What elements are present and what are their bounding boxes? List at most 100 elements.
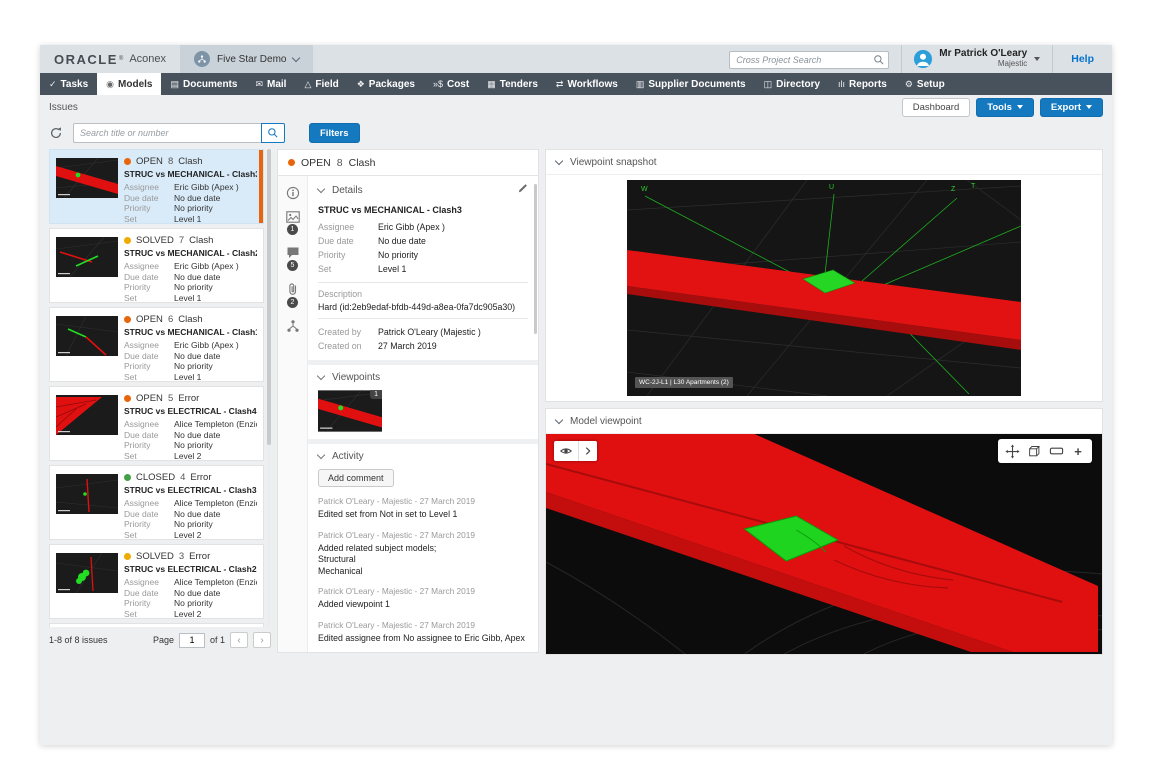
details-section-title: Details	[332, 184, 363, 196]
tab-reports[interactable]: ılı Reports	[829, 73, 896, 95]
detail-description: Hard (id:2eb9edaf-bfdb-449d-a8ea-0fa7dc9…	[318, 302, 516, 312]
tab-directory[interactable]: ◫ Directory	[755, 73, 829, 95]
tab-documents[interactable]: ▤ Documents	[161, 73, 246, 95]
tab-packages[interactable]: ❖ Packages	[348, 73, 424, 95]
details-section: Details STRUC vs MECHANICAL - Clash3 Ass…	[308, 176, 538, 360]
issue-list-item[interactable]: SOLVED 7 Clash STRUC vs MECHANICAL - Clash…	[49, 228, 264, 303]
pan-button[interactable]	[1001, 443, 1023, 459]
collapse-chevron-icon[interactable]	[554, 156, 564, 165]
activity-text: Added related subject models; Structural…	[318, 542, 437, 576]
tab-field[interactable]: △ Field	[295, 73, 347, 95]
tab-tasks[interactable]: ✓ Tasks	[40, 73, 97, 95]
issue-thumbnail	[56, 158, 118, 198]
reports-icon: ılı	[838, 79, 846, 89]
page-label: Page	[152, 635, 174, 645]
model-3d-viewer[interactable]: +	[546, 434, 1102, 654]
tab-mail[interactable]: ✉ Mail	[246, 73, 295, 95]
issue-type: Error	[190, 472, 212, 483]
brand-logo: ORACLE ® Aconex	[40, 45, 180, 73]
supplier-documents-icon: ▥	[635, 78, 645, 89]
dashboard-button[interactable]: Dashboard	[901, 97, 971, 117]
activity-section: Activity Add comment Patrick O'Leary - M…	[308, 444, 538, 652]
issue-list: OPEN 8 Clash STRUC vs MECHANICAL - Clash3 …	[49, 149, 271, 627]
status-dot	[124, 474, 131, 481]
collapse-chevron-icon[interactable]	[316, 371, 326, 381]
tab-related-models[interactable]	[286, 319, 300, 333]
detail-assignee: Eric Gibb (Apex )	[378, 222, 445, 232]
issue-list-item[interactable]: SOLVED 3 Error STRUC vs ELECTRICAL - Clash…	[49, 544, 264, 619]
issue-list-item[interactable]: OPEN 6 Clash STRUC vs MECHANICAL - Clash1 …	[49, 307, 264, 382]
project-avatar-icon	[194, 51, 211, 67]
detail-type: Clash	[348, 156, 376, 169]
expand-toolbar-button[interactable]	[579, 441, 597, 461]
tab-comments[interactable]: 5	[286, 246, 300, 271]
partial-issue-item	[49, 623, 264, 627]
issue-list-item[interactable]: CLOSED 4 Error STRUC vs ELECTRICAL - Clash…	[49, 465, 264, 540]
collapse-chevron-icon[interactable]	[316, 450, 326, 460]
detail-scrollbar[interactable]	[534, 184, 537, 334]
issue-type: Error	[189, 551, 211, 562]
issue-status: OPEN	[136, 156, 163, 167]
tab-setup[interactable]: ⚙ Setup	[896, 73, 954, 95]
detail-header: OPEN 8 Clash	[278, 150, 538, 176]
issue-number: 7	[178, 235, 185, 246]
activity-entry: Patrick O'Leary - Majestic - 27 March 20…	[318, 496, 528, 521]
scrollbar-thumb[interactable]	[267, 149, 271, 446]
add-comment-button[interactable]: Add comment	[318, 469, 394, 487]
filters-button[interactable]: Filters	[309, 123, 360, 143]
activity-meta: Patrick O'Leary - Majestic - 27 March 20…	[318, 586, 475, 596]
user-menu[interactable]: Mr Patrick O'Leary Majestic	[901, 45, 1052, 73]
detail-icon-rail: 1 5 2	[278, 176, 308, 652]
search-icon[interactable]	[873, 53, 885, 71]
field-icon: △	[304, 78, 312, 89]
tab-info[interactable]	[286, 186, 300, 200]
tab-models[interactable]: ◉ Models	[97, 73, 162, 95]
orbit-button[interactable]	[1023, 444, 1045, 458]
prev-page-button[interactable]: ‹	[230, 632, 248, 648]
zoom-out-button[interactable]	[1045, 446, 1067, 456]
tab-tenders[interactable]: ▦ Tenders	[478, 73, 547, 95]
tools-button[interactable]: Tools	[976, 97, 1034, 117]
oracle-logo: ORACLE	[54, 51, 118, 67]
tab-workflows[interactable]: ⇄ Workflows	[547, 73, 627, 95]
issue-list-item[interactable]: OPEN 8 Clash STRUC vs MECHANICAL - Clash3 …	[49, 149, 264, 224]
tab-viewpoints[interactable]: 1	[285, 211, 300, 235]
show-hide-button[interactable]	[554, 441, 578, 461]
issue-status: OPEN	[136, 393, 163, 404]
issue-title: STRUC vs MECHANICAL - Clash2	[124, 248, 257, 258]
chevron-down-icon	[1034, 57, 1041, 61]
issue-thumbnail	[56, 553, 118, 593]
viewpoint-number-badge: 1	[370, 390, 382, 399]
help-link[interactable]: Help	[1052, 45, 1112, 73]
detail-number: 8	[336, 156, 343, 169]
viewpoint-snapshot-image: W U Z T WC-2J-L1 | L30 Apartments (2)	[627, 180, 1021, 396]
edit-icon[interactable]	[517, 183, 528, 197]
export-button[interactable]: Export	[1039, 97, 1103, 117]
issue-title: STRUC vs MECHANICAL - Clash1	[124, 327, 257, 337]
zoom-in-button[interactable]: +	[1067, 445, 1089, 458]
issue-search-button[interactable]	[261, 123, 285, 143]
next-page-button[interactable]: ›	[253, 632, 271, 648]
project-selector[interactable]: Five Star Demo	[180, 45, 314, 73]
collapse-chevron-icon[interactable]	[316, 184, 326, 193]
collapse-chevron-icon[interactable]	[554, 415, 564, 424]
refresh-button[interactable]	[49, 126, 63, 140]
page-number-input[interactable]	[178, 632, 205, 648]
tab-cost[interactable]: »$ Cost	[424, 73, 478, 95]
viewpoint-thumbnail[interactable]: 1	[317, 390, 383, 432]
tab-supplier-documents[interactable]: ▥ Supplier Documents	[627, 73, 755, 95]
zoom-out-icon	[1049, 447, 1063, 455]
issue-search-input[interactable]	[73, 123, 261, 143]
cross-project-search-input[interactable]	[729, 50, 890, 69]
issue-list-panel: OPEN 8 Clash STRUC vs MECHANICAL - Clash3 …	[49, 149, 271, 655]
viewer-visibility-toolbar	[554, 441, 597, 461]
axis-label: U	[829, 184, 835, 191]
issue-list-item[interactable]: OPEN 5 Error STRUC vs ELECTRICAL - Clash4 …	[49, 386, 264, 461]
directory-icon: ◫	[763, 78, 773, 89]
tab-attachments[interactable]: 2	[286, 282, 299, 308]
list-scrollbar[interactable]	[267, 149, 271, 627]
issue-search	[73, 123, 285, 143]
aconex-app-window: ORACLE® Aconex Five Star Demo Mr Patrick…	[40, 45, 1112, 745]
snapshot-location-tag: WC-2J-L1 | L30 Apartments (2)	[635, 377, 733, 388]
issue-thumbnail	[56, 395, 118, 435]
